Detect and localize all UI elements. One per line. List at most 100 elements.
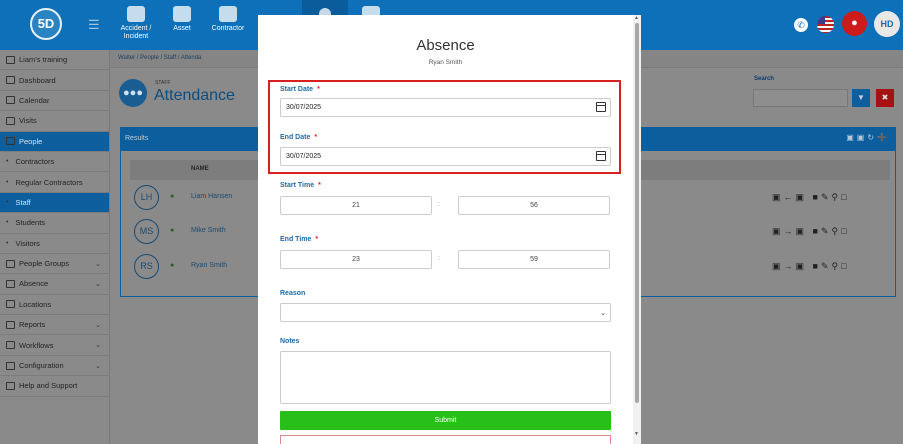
reason-select[interactable]: ⌄ — [280, 303, 611, 322]
results-title: Results — [125, 135, 149, 142]
sidebar: Liam's training Dashboard Calendar Visits Pe… — [0, 50, 110, 444]
table-row-name[interactable]: Liam Hansen — [191, 193, 232, 200]
sidebar-item-label: Calendar — [19, 95, 50, 105]
sidebar-item-reports[interactable]: Reports ⌄ — [0, 315, 109, 336]
table-row-name[interactable]: Ryan Smith — [191, 262, 227, 269]
sidebar-item-icon — [6, 361, 15, 370]
sidebar-item-dashboard[interactable]: Dashboard — [0, 70, 109, 91]
time-separator: : — [438, 255, 440, 262]
results-toolbar-icons[interactable]: ▣▣↻➕ — [846, 133, 890, 142]
end-hour-input[interactable]: 23 — [280, 250, 432, 269]
nav-label: Accident / Incident — [120, 25, 152, 40]
column-name-header[interactable]: NAME — [191, 166, 209, 172]
sidebar-item-label: Workflows — [19, 340, 54, 350]
sidebar-item-label: Dashboard — [19, 75, 56, 85]
start-date-input[interactable]: 30/07/2025 — [280, 98, 611, 117]
row-action-icons[interactable]: ▣←▣ ■✎⚲□ — [772, 192, 850, 203]
sidebar-item-icon — [6, 279, 15, 288]
search-input[interactable] — [753, 89, 848, 107]
sidebar-item-label: Contractors — [15, 157, 55, 167]
nav-label: Contractor — [211, 25, 245, 32]
user-avatar[interactable]: HD — [874, 11, 900, 37]
required-mark: * — [315, 236, 319, 243]
filter-icon[interactable]: ▼ — [852, 89, 870, 107]
sidebar-item-visits[interactable]: Visits — [0, 111, 109, 132]
language-flag-icon[interactable] — [817, 16, 834, 33]
start-minute-input[interactable]: 56 — [458, 196, 610, 215]
nav-label: Asset — [173, 25, 191, 32]
submit-button[interactable]: Submit — [280, 411, 611, 430]
chevron-down-icon: ⌄ — [600, 310, 606, 317]
scroll-up-arrow[interactable]: ▲ — [634, 15, 639, 21]
sidebar-item-liam-s-training[interactable]: Liam's training — [0, 50, 109, 71]
nav-accident-incident[interactable]: Accident / Incident — [113, 0, 159, 50]
table-row-name[interactable]: Mike Smith — [191, 227, 226, 234]
end-minute-input[interactable]: 59 — [458, 250, 610, 269]
chevron-down-icon: ⌄ — [95, 260, 101, 268]
start-hour-input[interactable]: 21 — [280, 196, 432, 215]
required-mark: * — [314, 134, 318, 141]
sidebar-item-label: Locations — [19, 299, 52, 309]
alert-drop-icon[interactable]: ● — [842, 11, 867, 36]
row-action-icons[interactable]: ▣→▣ ■✎⚲□ — [772, 261, 850, 272]
sidebar-item-icon — [6, 259, 15, 268]
sidebar-item-configuration[interactable]: Configuration ⌄ — [0, 356, 109, 377]
modal-subtitle: Ryan Smith — [428, 59, 463, 66]
clear-search-icon[interactable]: ✖ — [876, 89, 894, 107]
sidebar-item-locations[interactable]: Locations — [0, 295, 109, 316]
sidebar-item-label: Visits — [19, 116, 37, 126]
sidebar-item-help-and-support[interactable]: Help and Support — [0, 376, 109, 397]
nav-asset[interactable]: Asset — [159, 0, 205, 50]
first-aid-icon — [127, 6, 145, 22]
search-label: Search — [754, 76, 775, 82]
chevron-down-icon: ⌄ — [95, 362, 101, 370]
sidebar-item-absence[interactable]: Absence ⌄ — [0, 274, 109, 295]
end-date-input[interactable]: 30/07/2025 — [280, 147, 611, 166]
chevron-down-icon: ⌄ — [95, 321, 101, 329]
sidebar-item-icon — [6, 341, 15, 350]
sidebar-item-people[interactable]: People — [0, 131, 109, 152]
sidebar-item-label: Configuration — [19, 361, 64, 371]
sidebar-item-contractors[interactable]: Contractors — [0, 152, 109, 173]
nav-contractor[interactable]: Contractor — [205, 0, 251, 50]
sidebar-item-icon — [6, 116, 15, 125]
calendar-icon[interactable] — [596, 151, 606, 161]
sidebar-item-regular-contractors[interactable]: Regular Contractors — [0, 172, 109, 193]
sidebar-item-workflows[interactable]: Workflows ⌄ — [0, 335, 109, 356]
sidebar-item-icon — [6, 55, 15, 64]
sidebar-item-label: Students — [15, 218, 46, 228]
people-icon: ●●● — [119, 79, 147, 107]
start-date-value: 30/07/2025 — [286, 104, 322, 111]
reason-label: Reason — [280, 290, 306, 297]
notes-textarea[interactable] — [280, 351, 611, 404]
sidebar-item-staff[interactable]: Staff — [0, 192, 109, 214]
sidebar-item-icon — [6, 137, 15, 146]
scroll-down-arrow[interactable]: ▼ — [634, 431, 639, 437]
scrollbar-thumb[interactable] — [635, 23, 639, 403]
page-title: Attendance — [154, 87, 235, 104]
sidebar-item-students[interactable]: Students — [0, 213, 109, 234]
person-status-icon: ● — [170, 262, 175, 269]
chevron-down-icon: ⌄ — [95, 280, 101, 288]
sidebar-item-label: Staff — [15, 197, 31, 207]
sidebar-item-label: Visitors — [15, 238, 40, 248]
bell-icon[interactable]: ✆ — [794, 18, 808, 32]
person-status-icon: ● — [170, 227, 175, 234]
sidebar-item-label: Help and Support — [19, 381, 78, 391]
start-date-label: Start Date * — [280, 86, 320, 93]
calendar-icon[interactable] — [596, 102, 606, 112]
menu-icon[interactable]: ☰ — [88, 17, 100, 33]
sidebar-item-icon — [6, 300, 15, 309]
sidebar-item-visitors[interactable]: Visitors — [0, 234, 109, 254]
row-avatar: MS — [134, 219, 159, 244]
hardhat-icon — [219, 6, 237, 22]
app-logo[interactable]: 5D — [30, 8, 62, 40]
end-date-label: End Date * — [280, 134, 318, 141]
sidebar-item-label: Absence — [19, 279, 49, 289]
sidebar-item-calendar[interactable]: Calendar — [0, 91, 109, 112]
sidebar-item-icon — [6, 76, 15, 85]
sidebar-item-people-groups[interactable]: People Groups ⌄ — [0, 254, 109, 275]
row-action-icons[interactable]: ▣→▣ ■✎⚲□ — [772, 226, 850, 237]
sidebar-item-label: Liam's training — [19, 55, 68, 65]
end-time-label: End Time * — [280, 236, 319, 243]
